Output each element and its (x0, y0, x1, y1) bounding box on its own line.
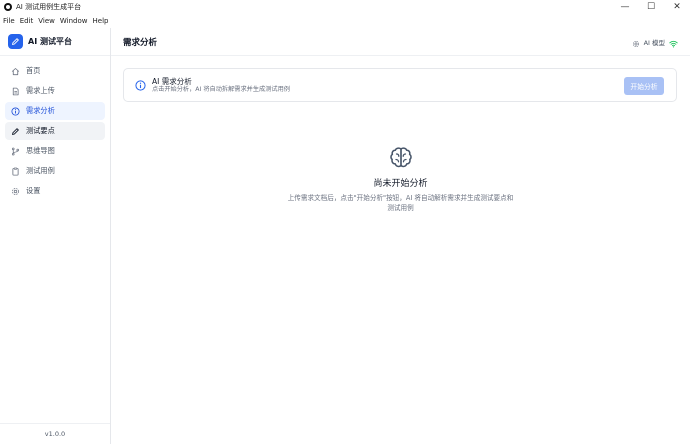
minimize-button[interactable]: — (612, 0, 638, 14)
ai-model-label: AI 模型 (643, 39, 665, 47)
title-bar: AI 测试用例生成平台 — ☐ ✕ (0, 0, 690, 14)
menu-help[interactable]: Help (93, 17, 109, 25)
sidebar-item-label: 首页 (26, 66, 41, 75)
sidebar: AI 测试平台 首页 需求上传 需求分析 测试要点 思维导图 测试用例 设置 v… (0, 28, 111, 444)
sidebar-item-label: 需求上传 (26, 86, 55, 95)
ai-model-status[interactable]: AI 模型 (632, 28, 678, 56)
sidebar-item-label: 设置 (26, 186, 41, 195)
info-icon (11, 106, 20, 116)
start-analysis-button[interactable]: 开始分析 (624, 77, 664, 95)
menu-window[interactable]: Window (60, 17, 88, 25)
page-title: 需求分析 (123, 37, 158, 48)
sidebar-item-analysis[interactable]: 需求分析 (5, 102, 105, 120)
sidebar-item-mindmap[interactable]: 思维导图 (5, 142, 105, 160)
clipboard-icon (11, 167, 20, 176)
gear-icon (11, 187, 20, 196)
gear-icon (632, 33, 640, 52)
sidebar-item-label: 思维导图 (26, 146, 55, 155)
sidebar-item-upload[interactable]: 需求上传 (5, 82, 105, 100)
brand-name: AI 测试平台 (28, 37, 72, 46)
empty-state-title: 尚未开始分析 (373, 179, 428, 189)
sidebar-item-label: 测试要点 (26, 126, 55, 135)
card-text: AI 需求分析 点击开始分析，AI 将自动拆解需求并生成测试用例 (152, 77, 290, 94)
window-title: AI 测试用例生成平台 (16, 3, 82, 11)
file-icon (11, 87, 20, 96)
pencil-icon (11, 127, 20, 136)
sidebar-item-label: 需求分析 (26, 106, 55, 115)
sidebar-nav: 首页 需求上传 需求分析 测试要点 思维导图 测试用例 设置 (0, 56, 110, 200)
card-title: AI 需求分析 (152, 76, 192, 86)
sidebar-divider (0, 423, 110, 424)
analysis-card: AI 需求分析 点击开始分析，AI 将自动拆解需求并生成测试用例 开始分析 (123, 68, 677, 102)
main-content: AI 需求分析 点击开始分析，AI 将自动拆解需求并生成测试用例 开始分析 尚未… (111, 56, 690, 444)
sidebar-item-test-points[interactable]: 测试要点 (5, 122, 105, 140)
empty-state-description: 上传需求文档后，点击"开始分析"按钮，AI 将自动解析需求并生成测试要点和测试用… (287, 194, 514, 212)
close-button[interactable]: ✕ (664, 0, 690, 14)
maximize-button[interactable]: ☐ (638, 0, 664, 14)
menu-bar: File Edit View Window Help (0, 14, 690, 28)
branch-icon (11, 147, 20, 156)
app-version: v1.0.0 (44, 430, 66, 438)
info-icon (135, 76, 146, 95)
home-icon (11, 67, 20, 76)
sidebar-item-label: 测试用例 (26, 166, 55, 175)
pencil-logo-icon (8, 34, 23, 49)
app-icon (4, 3, 12, 11)
empty-state: 尚未开始分析 上传需求文档后，点击"开始分析"按钮，AI 将自动解析需求并生成测… (111, 146, 690, 213)
menu-edit[interactable]: Edit (20, 17, 34, 25)
card-description: 点击开始分析，AI 将自动拆解需求并生成测试用例 (152, 85, 290, 93)
wifi-icon (669, 33, 678, 52)
sidebar-item-test-cases[interactable]: 测试用例 (5, 162, 105, 180)
sidebar-item-home[interactable]: 首页 (5, 62, 105, 80)
menu-file[interactable]: File (3, 17, 15, 25)
window-controls: — ☐ ✕ (612, 0, 690, 14)
brain-icon (389, 147, 412, 168)
page-header: 需求分析 AI 模型 (111, 28, 690, 56)
sidebar-item-settings[interactable]: 设置 (5, 182, 105, 200)
brand: AI 测试平台 (0, 28, 110, 56)
menu-view[interactable]: View (38, 17, 55, 25)
